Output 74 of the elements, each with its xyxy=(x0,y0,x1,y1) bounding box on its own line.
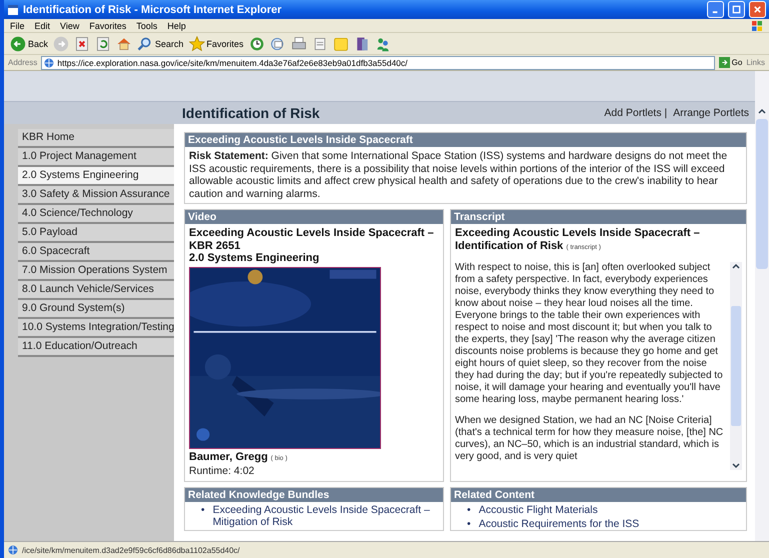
page-title: Identification of Risk xyxy=(181,105,321,121)
stop-icon[interactable] xyxy=(74,36,90,52)
panel-header: Transcript xyxy=(451,210,746,224)
runtime-text: Runtime: 4:02 xyxy=(189,465,256,478)
back-icon[interactable] xyxy=(10,36,26,52)
toolbar-button[interactable]: Search xyxy=(137,36,184,52)
sidebar-item[interactable]: 6.0 Spacecraft xyxy=(18,243,174,262)
menu-item[interactable]: View xyxy=(60,20,80,30)
refresh-icon[interactable] xyxy=(95,36,112,52)
related-link[interactable]: Accoustic Flight Materials xyxy=(478,504,746,516)
sidebar-item[interactable]: 11.0 Education/Outreach xyxy=(18,338,174,357)
status-text: /ice/site/km/menuitem.d3ad2e9f59c6cf6d86dba1102a55d40c/ xyxy=(22,546,240,554)
browser-icon xyxy=(7,4,19,16)
close-button[interactable] xyxy=(749,1,766,18)
go-arrow-icon xyxy=(718,57,730,68)
panel-header: Video xyxy=(185,210,443,224)
sidebar-item[interactable]: 7.0 Mission Operations System xyxy=(18,262,174,281)
go-button[interactable]: Go xyxy=(718,57,742,68)
search-icon[interactable] xyxy=(137,36,154,52)
sidebar-item[interactable]: 8.0 Launch Vehicle/Services xyxy=(18,281,174,300)
star-icon[interactable] xyxy=(188,36,205,52)
sidebar-item[interactable]: 4.0 Science/Technology xyxy=(18,205,174,224)
close-icon xyxy=(753,5,762,14)
note-icon[interactable] xyxy=(332,36,349,52)
menu-item[interactable]: Help xyxy=(167,20,186,30)
portlet-link[interactable]: Add Portlets | xyxy=(604,107,668,119)
menu-item[interactable]: Edit xyxy=(34,20,50,30)
scrollbar-thumb[interactable] xyxy=(731,306,741,426)
video-category: 2.0 Systems Engineering xyxy=(189,252,320,264)
bullet: • xyxy=(201,504,205,516)
panel-header: Related Knowledge Bundles xyxy=(185,488,443,502)
video-title: Exceeding Acoustic Levels Inside Spacecraft – KBR 2651 xyxy=(189,227,435,252)
panel-header: Related Content xyxy=(451,488,746,502)
panel-header: Exceeding Acoustic Levels Inside Spacecraft xyxy=(185,133,746,147)
risk-statement: Risk Statement: Given that some International Space Station (ISS) systems and hardware designs do not meet the ISS acoustic requirements, there is a possibility that noise levels within portions of the interior of the ISS will exceed allowable acoustic limits and affect crew physical health and safety of operations due to the crew's inability to hear caution and warning alarms. xyxy=(188,149,728,202)
bullet: • xyxy=(467,504,471,516)
bullet: • xyxy=(467,518,471,530)
sidebar-item[interactable]: 10.0 Systems Integration/Testing xyxy=(18,319,174,338)
home-icon[interactable] xyxy=(116,36,132,52)
links-label[interactable]: Links xyxy=(746,58,765,67)
sidebar-item[interactable]: 9.0 Ground System(s) xyxy=(18,300,174,319)
menu-item[interactable]: Favorites xyxy=(89,20,126,30)
transcript-text: With respect to noise, this is [an] often overlooked subject from a safety perspective. In fact, everybody experiences noise, everybody thinks they know everything they need to know about noise – they hear loud noises all the time. Everyone brings to the table their own experiences with respect to noise and most discount it; but when you talk to the experts, they [say] 'The reason why the average citizen discounts noise problems is because they go home and get eight hours of quiet sleep, so they recover from the noise they had during the day; but if you're repeatedly subjected to noise, it will damage your hearing and eventually you'll have some hearing loss, maybe permanent hearing loss.' When we designed Station, we had an NC [Noise Criteria] (that's a technical term for how they measure noise, [the] NC curves), an NC–50, which is an industrial standard, which is very good, and is very quiet xyxy=(455,262,724,464)
address-field[interactable]: https://ice.exploration.nasa.gov/ice/site/km/menuitem.4da3e76af2e6e83eb9a01dfb3a55d40c/ xyxy=(41,56,715,70)
sidebar-item[interactable]: 2.0 Systems Engineering xyxy=(18,167,174,186)
toolbar-button[interactable]: Back xyxy=(10,36,48,52)
people-icon[interactable] xyxy=(374,36,391,52)
sidebar-item[interactable]: 5.0 Payload xyxy=(18,224,174,243)
maximize-button[interactable] xyxy=(728,1,745,18)
portlet-link[interactable]: Arrange Portlets xyxy=(673,107,749,119)
windows-flag-icon xyxy=(751,20,763,32)
address-label: Address xyxy=(8,58,38,67)
related-link[interactable]: Exceeding Acoustic Levels Inside Spacecraft – Mitigation of Risk xyxy=(212,504,443,528)
menu-item[interactable]: Tools xyxy=(136,20,158,30)
maximize-icon xyxy=(732,5,741,14)
printer-icon[interactable] xyxy=(290,36,307,52)
clock-icon[interactable] xyxy=(248,36,265,52)
sidebar-item[interactable]: 3.0 Safety & Mission Assurance xyxy=(18,186,174,205)
window-title: Identification of Risk - Microsoft Internet Explorer xyxy=(23,4,283,16)
scroll-up-icon[interactable] xyxy=(757,107,767,115)
related-link[interactable]: Acoustic Requirements for the ISS xyxy=(478,518,746,530)
scrollbar-thumb[interactable] xyxy=(756,119,768,269)
sidebar-item[interactable]: KBR Home xyxy=(18,129,174,148)
page-icon xyxy=(8,545,18,555)
mail-icon[interactable] xyxy=(270,36,286,52)
toolbar-button[interactable]: Favorites xyxy=(188,36,244,52)
page-icon xyxy=(44,58,54,68)
menu-item[interactable]: File xyxy=(10,20,25,30)
sidebar-item[interactable]: 1.0 Project Management xyxy=(18,148,174,167)
page-scrollbar[interactable] xyxy=(755,71,769,541)
scrollbar[interactable] xyxy=(730,262,742,470)
scroll-up-icon[interactable] xyxy=(731,262,741,270)
minimize-button[interactable] xyxy=(707,1,724,18)
scroll-down-icon[interactable] xyxy=(731,462,741,470)
